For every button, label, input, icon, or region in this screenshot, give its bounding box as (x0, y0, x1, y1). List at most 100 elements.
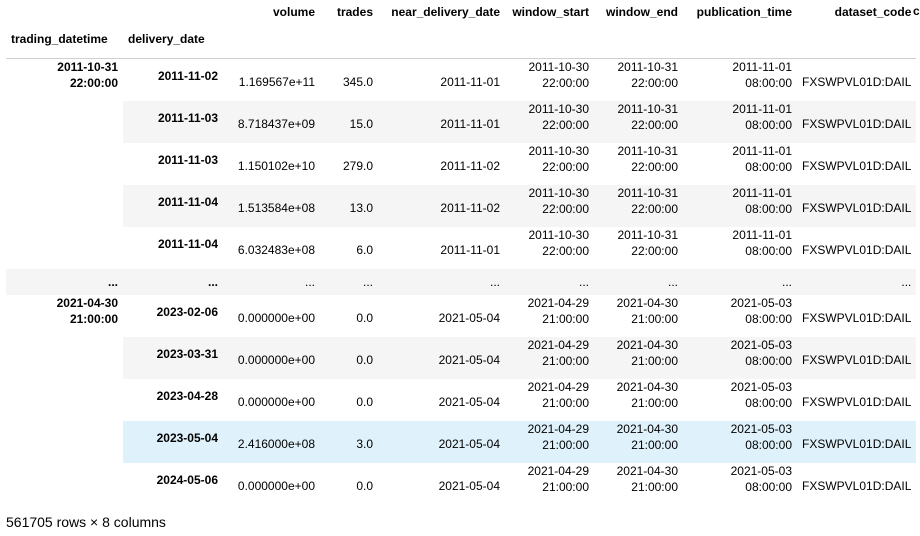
cell-time: 21:00:00 (631, 311, 678, 326)
cell-volume: 1.513584e+08 (223, 184, 320, 227)
cell-dataset-code: FXSWPVL01D:DAIL (797, 142, 917, 185)
cell-time: 08:00:00 (745, 76, 792, 90)
cell-near-delivery-date: 2011-11-01 (378, 226, 505, 269)
cell-window-start: ... (505, 268, 594, 295)
index-delivery-date: 2023-04-28 (123, 378, 223, 421)
cell-dataset-code: FXSWPVL01D:DAIL (797, 420, 917, 463)
cell-publication-time: 2011-11-01 08:00:00 (683, 184, 797, 227)
column-header-near-delivery-date: near_delivery_date (391, 5, 500, 19)
cell-volume: 2.416000e+08 (223, 420, 320, 463)
cell-trades: 345.0 (320, 58, 378, 101)
cell-dataset-code: FXSWPVL01D:DAIL (797, 378, 917, 421)
cell-dataset-code: FXSWPVL01D:DAIL (797, 462, 917, 505)
table-row: 2023-05-04 2.416000e+08 3.0 2021-05-04 2021-… (6, 420, 917, 463)
cell-time: 22:00:00 (631, 159, 678, 174)
cell-time: 21:00:00 (631, 437, 678, 452)
cell-time: 22:00:00 (542, 76, 589, 90)
cell-volume: 1.169567e+11 (223, 58, 320, 101)
cell-trades: 15.0 (320, 100, 378, 143)
cell-date: 2011-10-30 (528, 227, 590, 242)
cell-time: 08:00:00 (745, 353, 792, 368)
cell-volume: 8.718437e+09 (223, 100, 320, 143)
cell-volume: 0.000000e+00 (223, 378, 320, 421)
column-header-trades: trades (336, 5, 373, 19)
cell-dataset-code: FXSWPVL01D:DAIL (797, 100, 917, 143)
cell-time: 22:00:00 (542, 243, 589, 258)
cell-date: 2021-05-03 (730, 421, 792, 436)
cell-near-delivery-date: ... (378, 268, 505, 295)
cell-date: 2021-04-30 (56, 295, 118, 310)
table-row: 2011-11-04 1.513584e+08 13.0 2011-11-02 2011… (6, 184, 917, 227)
cell-publication-time: 2011-11-01 08:00:00 (683, 226, 797, 269)
table-row: 2011-10-31 22:00:00 2011-11-02 1.169567e+11… (6, 58, 917, 269)
cell-volume: ... (223, 268, 320, 295)
cell-time: 22:00:00 (631, 76, 678, 90)
cell-volume: 0.000000e+00 (223, 294, 320, 337)
cell-date: 2021-04-30 (616, 295, 678, 310)
cell-window-start: 2021-04-29 21:00:00 (505, 336, 594, 379)
cell-publication-time: 2021-05-03 08:00:00 (683, 336, 797, 379)
cell-date: 2021-04-30 (616, 337, 678, 352)
cell-date: 2021-04-30 (616, 379, 678, 394)
cell-volume: 6.032483e+08 (223, 226, 320, 269)
cell-near-delivery-date: 2011-11-01 (378, 100, 505, 143)
cell-publication-time: 2021-05-03 08:00:00 (683, 462, 797, 505)
cell-time: 22:00:00 (631, 201, 678, 216)
cell-time: 22:00:00 (631, 243, 678, 258)
cell-time: 21:00:00 (631, 479, 678, 494)
cell-publication-time: 2021-05-03 08:00:00 (683, 420, 797, 463)
cell-date: 2011-10-31 (617, 185, 679, 200)
cell-window-end: 2011-10-31 22:00:00 (594, 58, 683, 101)
cell-near-delivery-date: 2021-05-04 (378, 378, 505, 421)
column-header-dataset-code: dataset_code (834, 5, 912, 19)
cell-publication-time: 2011-11-01 08:00:00 (683, 58, 797, 101)
cell-time: 21:00:00 (631, 353, 678, 368)
cell-trades: 0.0 (320, 294, 378, 337)
index-delivery-date: 2011-11-04 (123, 226, 223, 269)
cell-date: 2021-04-29 (527, 337, 589, 352)
cell-time: 08:00:00 (745, 395, 792, 410)
cell-time: 08:00:00 (745, 479, 792, 494)
table-row: 2021-04-30 21:00:00 2023-02-06 0.000000e+00… (6, 294, 917, 505)
cell-publication-time: ... (683, 268, 797, 295)
cell-date: 2021-04-30 (616, 421, 678, 436)
cell-date: 2011-10-30 (528, 101, 590, 116)
header-blank (797, 28, 917, 59)
cell-volume: 0.000000e+00 (223, 462, 320, 505)
cell-time: 08:00:00 (745, 159, 792, 174)
index-delivery-date: 2011-11-03 (123, 100, 223, 143)
dataframe-table: volume trades near_delivery_date window_… (6, 0, 917, 505)
cell-window-end: 2011-10-31 22:00:00 (594, 226, 683, 269)
index-header-row: trading_datetime delivery_date (6, 28, 917, 59)
header-blank (123, 0, 223, 28)
cell-time: 22:00:00 (69, 76, 118, 90)
cell-window-end: 2011-10-31 22:00:00 (594, 142, 683, 185)
index-delivery-date: 2024-05-06 (123, 462, 223, 505)
cell-window-end: 2021-04-30 21:00:00 (594, 420, 683, 463)
header-blank (223, 28, 320, 59)
cell-date: 2011-10-30 (528, 60, 590, 74)
index-trading-datetime: 2011-10-31 22:00:00 (6, 58, 123, 269)
index-trading-datetime: ... (6, 268, 123, 295)
cell-time: 08:00:00 (745, 243, 792, 258)
cell-date: 2011-11-01 (732, 185, 792, 200)
cell-date: 2011-10-31 (617, 143, 679, 158)
cell-time: 21:00:00 (631, 395, 678, 410)
cell-date: 2021-04-29 (527, 463, 589, 478)
cell-window-start: 2011-10-30 22:00:00 (505, 184, 594, 227)
column-header-window-start: window_start (512, 5, 589, 19)
cell-time: 22:00:00 (542, 201, 589, 216)
cell-trades: 13.0 (320, 184, 378, 227)
cell-publication-time: 2011-11-01 08:00:00 (683, 142, 797, 185)
cell-near-delivery-date: 2021-05-04 (378, 462, 505, 505)
table-row: 2023-03-31 0.000000e+00 0.0 2021-05-04 2021-… (6, 336, 917, 379)
cell-date: 2011-10-30 (528, 143, 590, 158)
table-body: 2011-10-31 22:00:00 2011-11-02 1.169567e+11… (6, 58, 917, 505)
truncated-column-header: c (913, 4, 920, 18)
cell-trades: ... (320, 268, 378, 295)
cell-publication-time: 2011-11-01 08:00:00 (683, 100, 797, 143)
cell-near-delivery-date: 2011-11-01 (378, 58, 505, 101)
header-blank (6, 0, 123, 28)
cell-date: 2021-04-29 (527, 421, 589, 436)
table-row: 2023-04-28 0.000000e+00 0.0 2021-05-04 2021-… (6, 378, 917, 421)
